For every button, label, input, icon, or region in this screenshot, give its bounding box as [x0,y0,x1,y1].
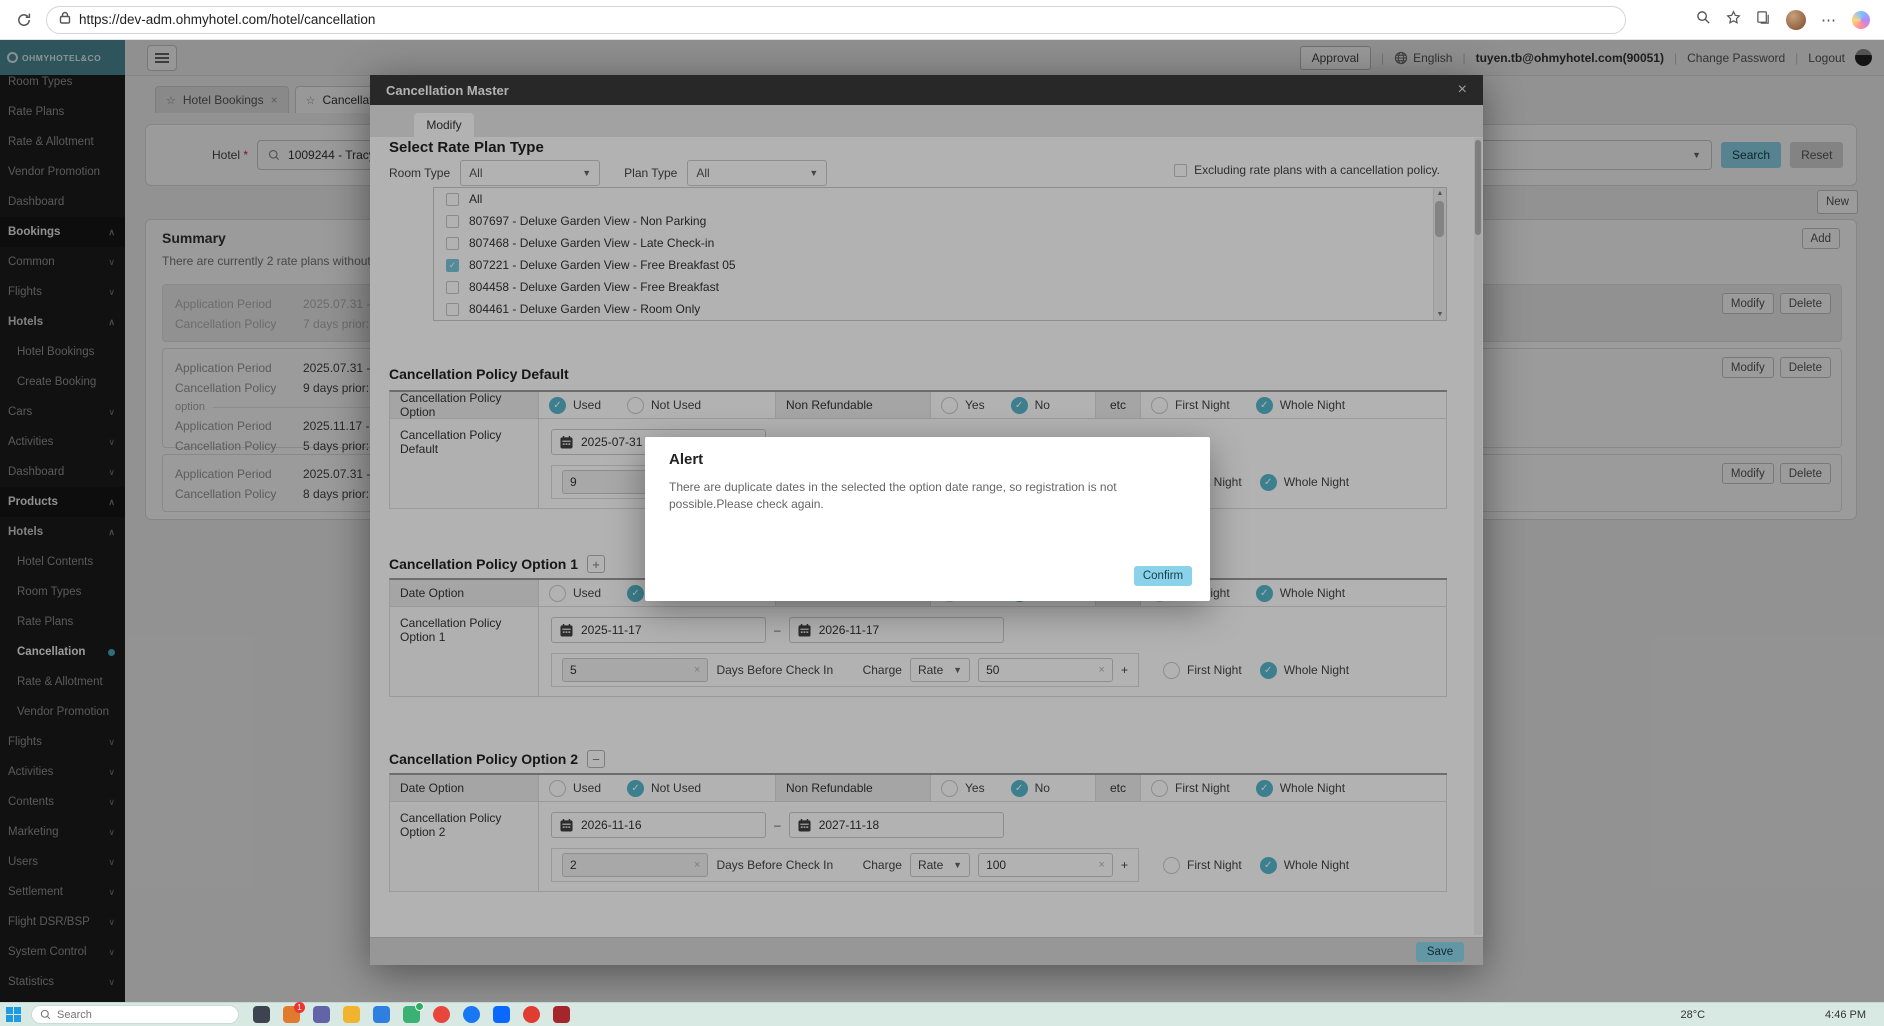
search-magnifier-icon[interactable] [1696,10,1711,30]
address-bar[interactable] [46,5,1626,34]
profile-avatar[interactable] [1786,9,1806,30]
screen: ⋯ OHMYHOTEL&CO Room Types Rate Plans Rat… [0,0,1884,1026]
browser-toolbar: ⋯ [0,0,1884,40]
os-taskbar: 1 28°C 4:46 PM [0,1002,1884,1026]
url-input[interactable] [79,12,1613,27]
favorites-star-icon[interactable] [1726,9,1741,30]
notification-badge: 1 [294,1002,305,1013]
taskbar-app-icon[interactable] [373,1006,390,1023]
collections-icon[interactable] [1756,10,1771,30]
taskbar-apps: 1 [253,1002,570,1023]
alert-dialog: Alert There are duplicate dates in the s… [645,437,1210,601]
confirm-button[interactable]: Confirm [1134,566,1192,586]
taskbar-app-icon[interactable] [493,1006,510,1023]
taskbar-app-icon[interactable] [313,1006,330,1023]
copilot-icon[interactable] [1852,10,1870,29]
browser-menu-icon[interactable]: ⋯ [1821,11,1837,29]
taskbar-app-icon[interactable] [253,1006,270,1023]
taskbar-app-icon[interactable] [403,1002,424,1023]
taskbar-app-icon[interactable] [343,1006,360,1023]
clock[interactable]: 4:46 PM [1825,1009,1866,1021]
taskbar-search-input[interactable] [57,1008,230,1021]
lock-icon [59,11,71,29]
taskbar-search[interactable] [31,1005,239,1024]
taskbar-app-icon[interactable] [553,1006,570,1023]
search-icon [40,1009,51,1020]
weather-temp[interactable]: 28°C [1680,1009,1705,1021]
taskbar-status: 28°C 4:46 PM [1680,1009,1884,1021]
refresh-icon[interactable] [16,12,32,28]
taskbar-app-icon[interactable] [433,1006,450,1023]
taskbar-app-icon[interactable] [463,1006,480,1023]
browser-actions: ⋯ [1696,9,1884,30]
taskbar-app-icon[interactable] [523,1006,540,1023]
status-dot [415,1002,424,1011]
windows-start-icon[interactable] [6,1007,21,1022]
taskbar-app-icon[interactable]: 1 [283,1002,305,1023]
alert-message: There are duplicate dates in the selecte… [669,480,1117,512]
alert-title: Alert [669,451,704,468]
